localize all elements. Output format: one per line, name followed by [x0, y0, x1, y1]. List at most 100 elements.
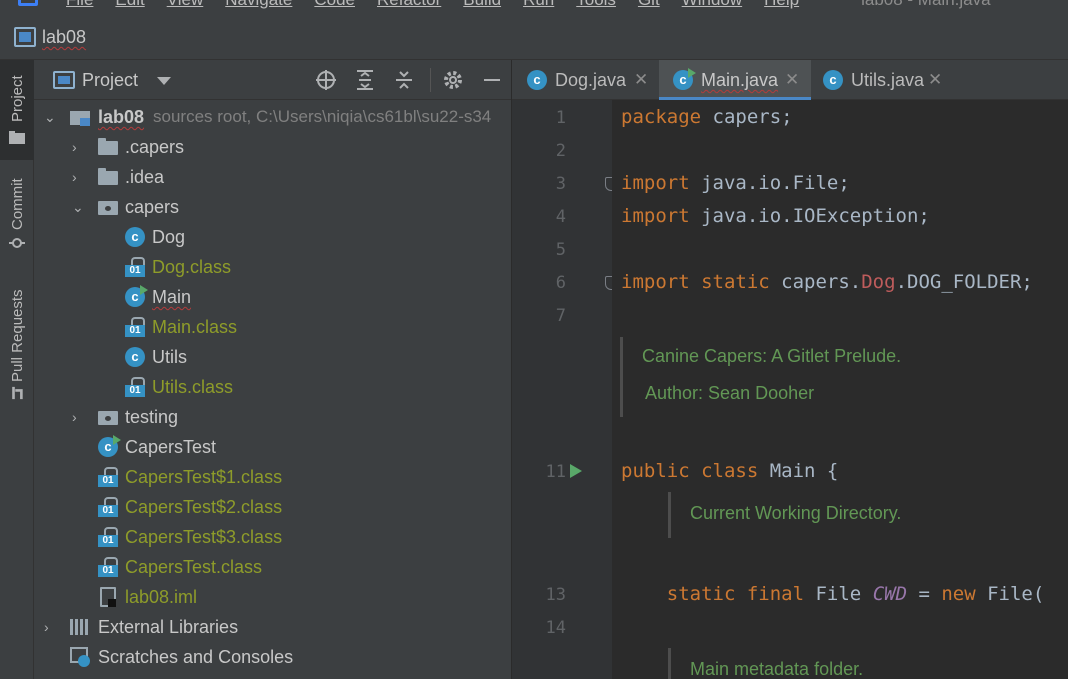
tree-item-label: CapersTest.class	[125, 557, 263, 577]
doc-comment-text: Current Working Directory.	[690, 503, 902, 523]
tab-dog-java[interactable]: c Dog.java ✕	[512, 60, 658, 100]
tree-root-path: sources root, C:\Users\niqia\cs61bl\su22…	[153, 107, 492, 126]
class-file-icon	[98, 527, 118, 547]
line-number: 2	[555, 141, 566, 161]
tree-node-utils-class[interactable]: Utils.class	[34, 372, 511, 402]
project-tool-button[interactable]: Project	[0, 60, 34, 160]
tree-node-scratches[interactable]: Scratches and Consoles	[34, 642, 511, 672]
runnable-class-icon: c	[673, 68, 696, 90]
chevron-right-icon[interactable]: ›	[72, 402, 86, 432]
code-editor[interactable]: package capers; import java.io.File; imp…	[612, 100, 1068, 679]
class-file-icon	[98, 467, 118, 487]
tree-node-idea[interactable]: › .idea	[34, 162, 511, 192]
menu-navigate[interactable]: Navigate	[225, 0, 292, 10]
menu-tools[interactable]: Tools	[576, 0, 616, 10]
tree-node-root[interactable]: ⌄ lab08 sources root, C:\Users\niqia\cs6…	[34, 102, 511, 132]
class-file-icon	[98, 497, 118, 517]
menu-build[interactable]: Build	[463, 0, 501, 10]
tab-label: Utils.java	[851, 70, 925, 90]
expand-all-icon[interactable]	[353, 68, 377, 92]
code-text: =	[907, 583, 942, 605]
tree-item-label: testing	[125, 407, 179, 427]
close-icon[interactable]: ✕	[928, 60, 942, 100]
tree-root-label: lab08	[98, 107, 145, 127]
gear-icon[interactable]	[441, 68, 465, 92]
commit-tool-label: Commit	[9, 178, 26, 230]
doc-comment-bar	[620, 337, 623, 417]
close-icon[interactable]: ✕	[785, 60, 799, 100]
tree-node-dog-class[interactable]: Dog.class	[34, 252, 511, 282]
java-class-icon: c	[823, 70, 843, 90]
tab-utils-java[interactable]: c Utils.java ✕	[812, 60, 952, 100]
tab-main-java[interactable]: c Main.java ✕	[659, 60, 811, 100]
tree-node-caperstest2-class[interactable]: CapersTest$2.class	[34, 492, 511, 522]
folder-icon	[9, 131, 25, 144]
keyword: import static	[621, 271, 770, 293]
menu-run[interactable]: Run	[523, 0, 554, 10]
code-line-13: static final File CWD = new File(	[621, 583, 1045, 605]
class-file-icon	[98, 557, 118, 577]
pull-requests-tool-button[interactable]: Pull Requests	[0, 282, 34, 408]
menu-code[interactable]: Code	[314, 0, 355, 10]
header-separator	[430, 68, 431, 92]
code-line-3: import java.io.File;	[621, 172, 850, 194]
breadcrumb-project[interactable]: lab08	[42, 27, 86, 48]
close-icon[interactable]: ✕	[634, 60, 648, 100]
tree-node-caperstest1-class[interactable]: CapersTest$1.class	[34, 462, 511, 492]
project-panel-title[interactable]: Project	[82, 70, 138, 91]
chevron-down-icon[interactable]	[157, 77, 171, 85]
tree-node-capers-hidden[interactable]: › .capers	[34, 132, 511, 162]
tree-node-iml[interactable]: lab08.iml	[34, 582, 511, 612]
scratches-icon	[70, 647, 90, 667]
tree-node-caperstest-class[interactable]: CapersTest.class	[34, 552, 511, 582]
minimize-icon[interactable]	[480, 68, 504, 92]
module-folder-icon	[70, 107, 90, 127]
tree-node-external-libraries[interactable]: › External Libraries	[34, 612, 511, 642]
line-number: 3	[555, 174, 566, 194]
commit-tool-button[interactable]: Commit	[0, 168, 34, 258]
chevron-right-icon[interactable]: ›	[72, 132, 86, 162]
menu-help[interactable]: Help	[764, 0, 799, 10]
code-text: capers.	[769, 271, 862, 293]
tree-node-main-class[interactable]: Main.class	[34, 312, 511, 342]
menu-file[interactable]: File	[66, 0, 93, 10]
chevron-down-icon[interactable]: ⌄	[44, 102, 58, 132]
chevron-right-icon[interactable]: ›	[72, 162, 86, 192]
code-text: File(	[975, 583, 1045, 605]
package-folder-icon	[98, 407, 118, 427]
keyword: new	[941, 583, 976, 605]
tree-item-label: Dog	[152, 227, 186, 247]
chevron-right-icon[interactable]: ›	[44, 612, 58, 642]
line-number: 14	[545, 618, 566, 638]
tree-item-label: .idea	[125, 167, 165, 187]
menu-window[interactable]: Window	[682, 0, 742, 10]
menu-view[interactable]: View	[167, 0, 204, 10]
doc-comment-bar	[668, 492, 671, 538]
tree-item-label: Dog.class	[152, 257, 232, 277]
tree-item-label: CapersTest$1.class	[125, 467, 283, 487]
line-number: 1	[555, 108, 566, 128]
code-text: java.io.IOException;	[689, 205, 930, 227]
doc-comment-bar	[668, 648, 671, 679]
code-text: capers;	[701, 106, 793, 128]
chevron-down-icon[interactable]: ⌄	[72, 192, 86, 222]
tree-node-caperstest[interactable]: c CapersTest	[34, 432, 511, 462]
tree-item-label: CapersTest$2.class	[125, 497, 283, 517]
menu-git[interactable]: Git	[638, 0, 660, 10]
menu-edit[interactable]: Edit	[115, 0, 144, 10]
collapse-all-icon[interactable]	[392, 68, 416, 92]
tree-item-label: Main	[152, 287, 192, 307]
tree-node-main[interactable]: c Main	[34, 282, 511, 312]
crosshair-icon[interactable]	[314, 68, 338, 92]
code-line-4: import java.io.IOException;	[621, 205, 930, 227]
tree-node-caperstest3-class[interactable]: CapersTest$3.class	[34, 522, 511, 552]
tree-node-dog[interactable]: c Dog	[34, 222, 511, 252]
code-text: java.io.File;	[689, 172, 850, 194]
run-gutter-icon[interactable]	[570, 464, 582, 478]
menu-refactor[interactable]: Refactor	[377, 0, 441, 10]
tree-item-label: Utils	[152, 347, 187, 367]
tree-node-capers-package[interactable]: ⌄ capers	[34, 192, 511, 222]
tree-node-utils[interactable]: c Utils	[34, 342, 511, 372]
tree-node-testing[interactable]: › testing	[34, 402, 511, 432]
folder-icon	[98, 167, 118, 187]
